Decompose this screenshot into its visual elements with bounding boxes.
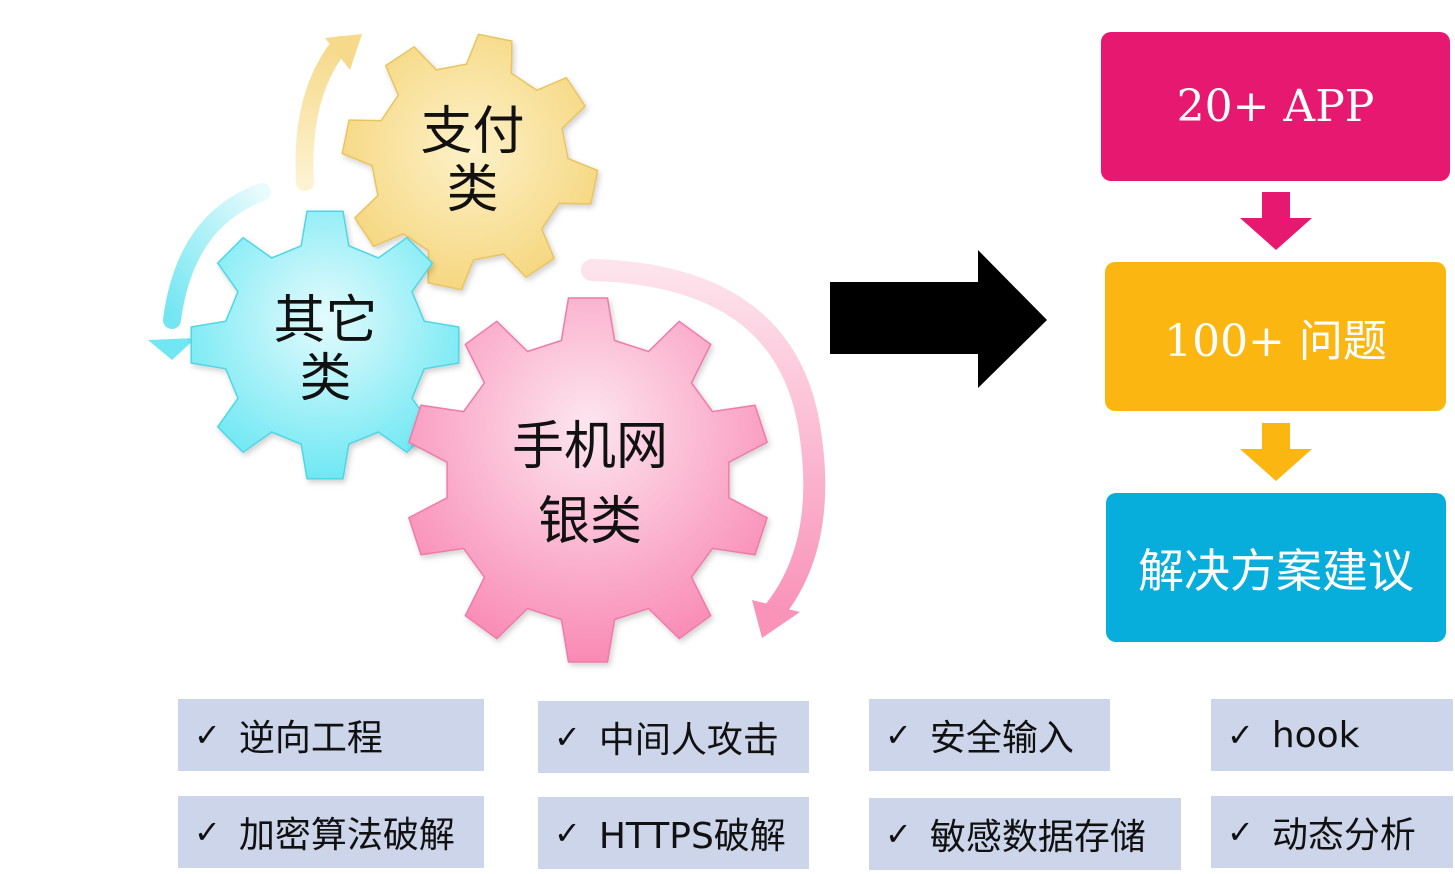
- tag-crypto-cracking: ✓ 加密算法破解: [178, 796, 484, 868]
- flow-step-app-count: 20+ APP: [1101, 32, 1450, 181]
- flow-step-solution: 解决方案建议: [1106, 493, 1446, 642]
- check-icon: ✓: [554, 718, 581, 756]
- tag-mitm-attack: ✓ 中间人攻击: [538, 701, 809, 773]
- down-arrow-icon: [1240, 192, 1312, 250]
- tag-label: 敏感数据存储: [929, 817, 1146, 858]
- tag-label: 加密算法破解: [238, 815, 455, 856]
- tag-secure-input: ✓ 安全输入: [869, 699, 1110, 771]
- tag-reverse-engineering: ✓ 逆向工程: [178, 699, 484, 771]
- flow-step-issue-count: 100+ 问题: [1105, 262, 1446, 411]
- tag-label: 动态分析: [1271, 815, 1416, 856]
- check-icon: ✓: [1227, 716, 1254, 754]
- tag-https-cracking: ✓ HTTPS破解: [538, 797, 809, 869]
- tag-dynamic-analysis: ✓ 动态分析: [1211, 796, 1453, 868]
- check-icon: ✓: [194, 716, 221, 754]
- check-icon: ✓: [885, 716, 912, 754]
- tag-label: 中间人攻击: [598, 720, 779, 761]
- tag-label: HTTPS破解: [598, 816, 786, 857]
- check-icon: ✓: [554, 814, 581, 852]
- tag-sensitive-storage: ✓ 敏感数据存储: [869, 798, 1181, 870]
- check-icon: ✓: [1227, 813, 1254, 851]
- tag-label: 逆向工程: [238, 718, 383, 759]
- flow-step-app-count-text: 20+ APP: [1176, 81, 1375, 132]
- tag-label: 安全输入: [929, 718, 1074, 759]
- flow-step-solution-text: 解决方案建议: [1138, 543, 1414, 598]
- tag-label: hook: [1271, 714, 1360, 756]
- down-arrow-icon: [1240, 423, 1312, 481]
- flow-step-issue-count-text: 100+ 问题: [1164, 315, 1387, 367]
- check-icon: ✓: [885, 815, 912, 853]
- check-icon: ✓: [194, 813, 221, 851]
- tag-hook: ✓ hook: [1211, 699, 1453, 771]
